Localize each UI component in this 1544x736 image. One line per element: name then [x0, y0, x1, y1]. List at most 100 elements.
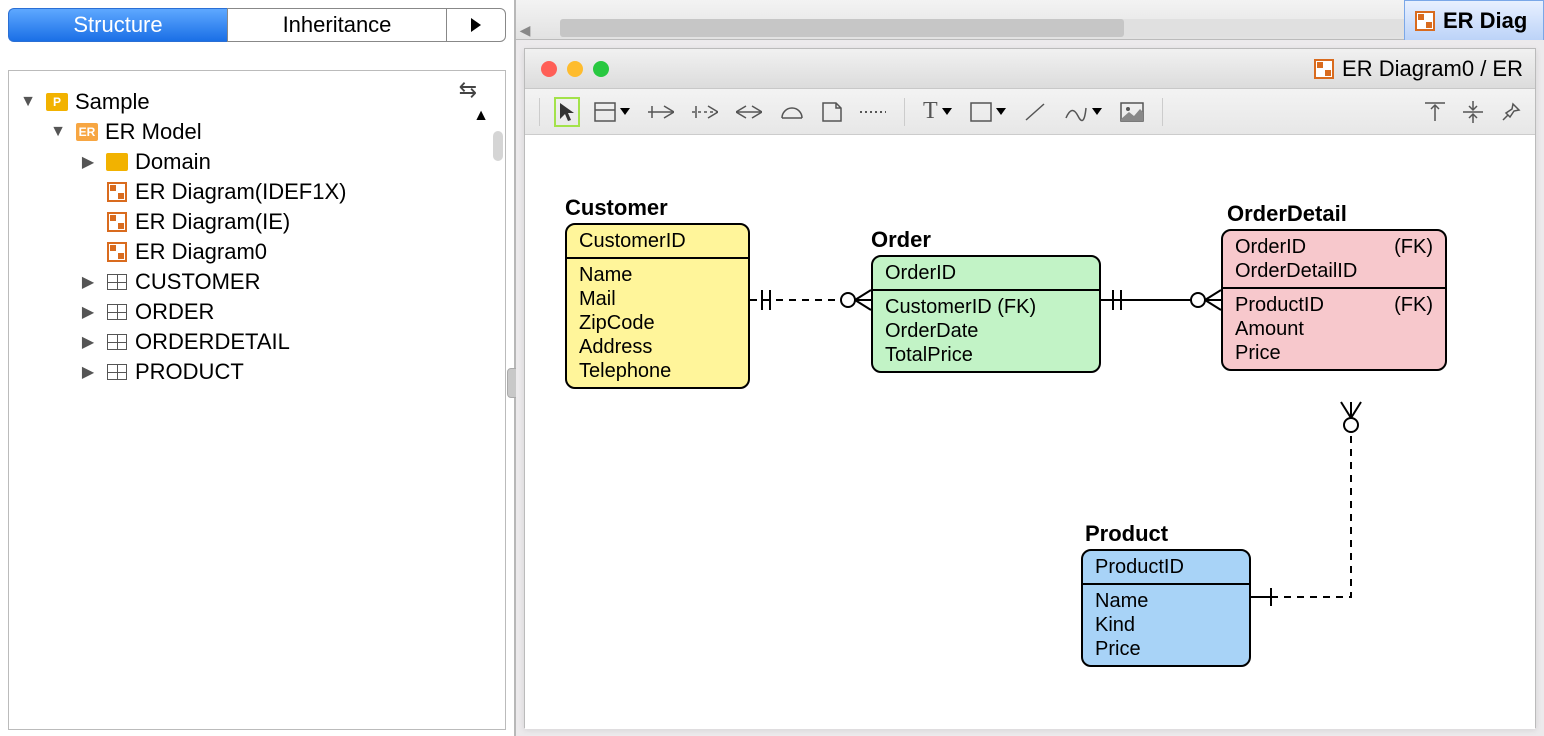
- tree-label: ORDERDETAIL: [135, 329, 290, 355]
- pk: OrderID: [1235, 235, 1306, 259]
- editor-tab-er-diagram[interactable]: ER Diag: [1404, 0, 1544, 40]
- attr: Name: [1095, 589, 1148, 613]
- tree-label: ER Diagram(IDEF1X): [135, 179, 346, 205]
- sidebar: Structure Inheritance ⇆ ▲ ▼ P Sample ▼ E…: [0, 0, 516, 736]
- sync-icon[interactable]: ⇆: [459, 77, 477, 103]
- freehand-tool[interactable]: [1064, 102, 1102, 122]
- rect-tool[interactable]: [970, 102, 1006, 122]
- entity-title-orderdetail: OrderDetail: [1227, 201, 1347, 227]
- subtype-tool[interactable]: [780, 104, 804, 120]
- diagram-toolbar: T: [525, 89, 1535, 135]
- scroll-left-icon[interactable]: ◀: [516, 21, 534, 39]
- caret-right-icon: ▶: [77, 302, 99, 322]
- attr: ZipCode: [579, 311, 655, 335]
- tab-more[interactable]: [446, 8, 506, 42]
- entity-orderdetail[interactable]: OrderID(FK) OrderDetailID ProductID(FK) …: [1221, 229, 1447, 371]
- dropdown-icon: [620, 108, 630, 115]
- identifying-relation-tool[interactable]: [648, 104, 674, 120]
- tree-label: ER Diagram(IE): [135, 209, 290, 235]
- pk: OrderDetailID: [1235, 259, 1357, 283]
- tab-structure[interactable]: Structure: [8, 8, 227, 42]
- tree-label: Domain: [135, 149, 211, 175]
- er-model-icon: ER: [76, 123, 98, 141]
- caret-down-icon: ▼: [17, 93, 39, 111]
- tree-node-product[interactable]: ▶ PRODUCT: [17, 357, 497, 387]
- fk-badge: (FK): [1394, 293, 1433, 317]
- tree-view: ▼ P Sample ▼ ER ER Model ▶ Domain: [9, 71, 505, 395]
- window-title: ER Diagram0 / ER: [1314, 56, 1523, 82]
- entity-customer[interactable]: CustomerID Name Mail ZipCode Address Tel…: [565, 223, 750, 389]
- attr: TotalPrice: [885, 343, 973, 367]
- relation-customer-order[interactable]: [750, 290, 871, 310]
- tree-label: PRODUCT: [135, 359, 244, 385]
- tree-label: Sample: [75, 89, 150, 115]
- er-diagram-icon: [107, 242, 127, 262]
- tree-node-domain[interactable]: ▶ Domain: [17, 147, 497, 177]
- tab-label: ER Diag: [1443, 8, 1527, 34]
- note-tool[interactable]: [822, 102, 842, 122]
- image-tool[interactable]: [1120, 102, 1144, 122]
- entity-title-order: Order: [871, 227, 931, 253]
- many-to-many-tool[interactable]: [736, 104, 762, 120]
- tree-label: CUSTOMER: [135, 269, 261, 295]
- window-titlebar[interactable]: ER Diagram0 / ER: [525, 49, 1535, 89]
- diagram-window: ER Diagram0 / ER: [524, 48, 1536, 728]
- align-bottom-tool[interactable]: [1463, 101, 1483, 123]
- relation-order-orderdetail[interactable]: [1101, 290, 1221, 310]
- dropdown-icon: [1092, 108, 1102, 115]
- dropdown-icon: [996, 108, 1006, 115]
- maximize-icon[interactable]: [593, 61, 609, 77]
- tree-node-ermodel[interactable]: ▼ ER ER Model: [17, 117, 497, 147]
- caret-right-icon: ▶: [77, 272, 99, 292]
- table-icon: [107, 334, 127, 350]
- main-area: ◀ ▶ ER Diag ER Diagram0 / ER: [516, 0, 1544, 736]
- attr: Address: [579, 335, 652, 359]
- diagram-canvas[interactable]: Customer Order OrderDetail Product Custo…: [525, 135, 1535, 729]
- tree-label: ER Model: [105, 119, 202, 145]
- tree-node-diagram-idef1x[interactable]: ER Diagram(IDEF1X): [17, 177, 497, 207]
- caret-right-icon: ▶: [77, 362, 99, 382]
- tree-node-customer[interactable]: ▶ CUSTOMER: [17, 267, 497, 297]
- tab-scrollbar[interactable]: [560, 19, 1500, 37]
- attr: Price: [1095, 637, 1141, 661]
- select-tool[interactable]: [558, 101, 576, 123]
- entity-tool[interactable]: [594, 102, 630, 122]
- attr: Price: [1235, 341, 1281, 365]
- table-icon: [107, 304, 127, 320]
- non-identifying-relation-tool[interactable]: [692, 104, 718, 120]
- pk: OrderID: [885, 261, 956, 285]
- minimize-icon[interactable]: [567, 61, 583, 77]
- relation-product-orderdetail[interactable]: [1251, 402, 1371, 597]
- line-dotted-tool[interactable]: [860, 108, 886, 116]
- caret-down-icon: ▼: [47, 123, 69, 141]
- text-tool[interactable]: T: [923, 98, 952, 125]
- sidebar-scrollbar[interactable]: [493, 131, 503, 161]
- close-icon[interactable]: [541, 61, 557, 77]
- entity-product[interactable]: ProductID Name Kind Price: [1081, 549, 1251, 667]
- align-top-tool[interactable]: [1425, 101, 1445, 123]
- tree-node-order[interactable]: ▶ ORDER: [17, 297, 497, 327]
- attr: ProductID: [1235, 293, 1324, 317]
- fk-badge: (FK): [1394, 235, 1433, 259]
- entity-title-product: Product: [1085, 521, 1168, 547]
- tree-node-orderdetail[interactable]: ▶ ORDERDETAIL: [17, 327, 497, 357]
- er-diagram-icon: [107, 182, 127, 202]
- editor-tabstrip: ◀ ▶ ER Diag: [516, 0, 1544, 40]
- tab-inheritance[interactable]: Inheritance: [227, 8, 446, 42]
- pin-tool[interactable]: [1501, 102, 1521, 122]
- line-tool[interactable]: [1024, 102, 1046, 122]
- dropdown-icon: [942, 108, 952, 115]
- collapse-icon[interactable]: ▲: [473, 107, 489, 125]
- table-icon: [107, 364, 127, 380]
- window-controls: [525, 61, 609, 77]
- tree-node-diagram-ie[interactable]: ER Diagram(IE): [17, 207, 497, 237]
- attr: Kind: [1095, 613, 1135, 637]
- tree-node-sample[interactable]: ▼ P Sample: [17, 87, 497, 117]
- entity-order[interactable]: OrderID CustomerID (FK) OrderDate TotalP…: [871, 255, 1101, 373]
- attr: OrderDate: [885, 319, 978, 343]
- pk: CustomerID: [579, 229, 686, 253]
- tree-node-diagram0[interactable]: ER Diagram0: [17, 237, 497, 267]
- caret-right-icon: ▶: [77, 152, 99, 172]
- pk: ProductID: [1095, 555, 1184, 579]
- tree-label: ER Diagram0: [135, 239, 267, 265]
